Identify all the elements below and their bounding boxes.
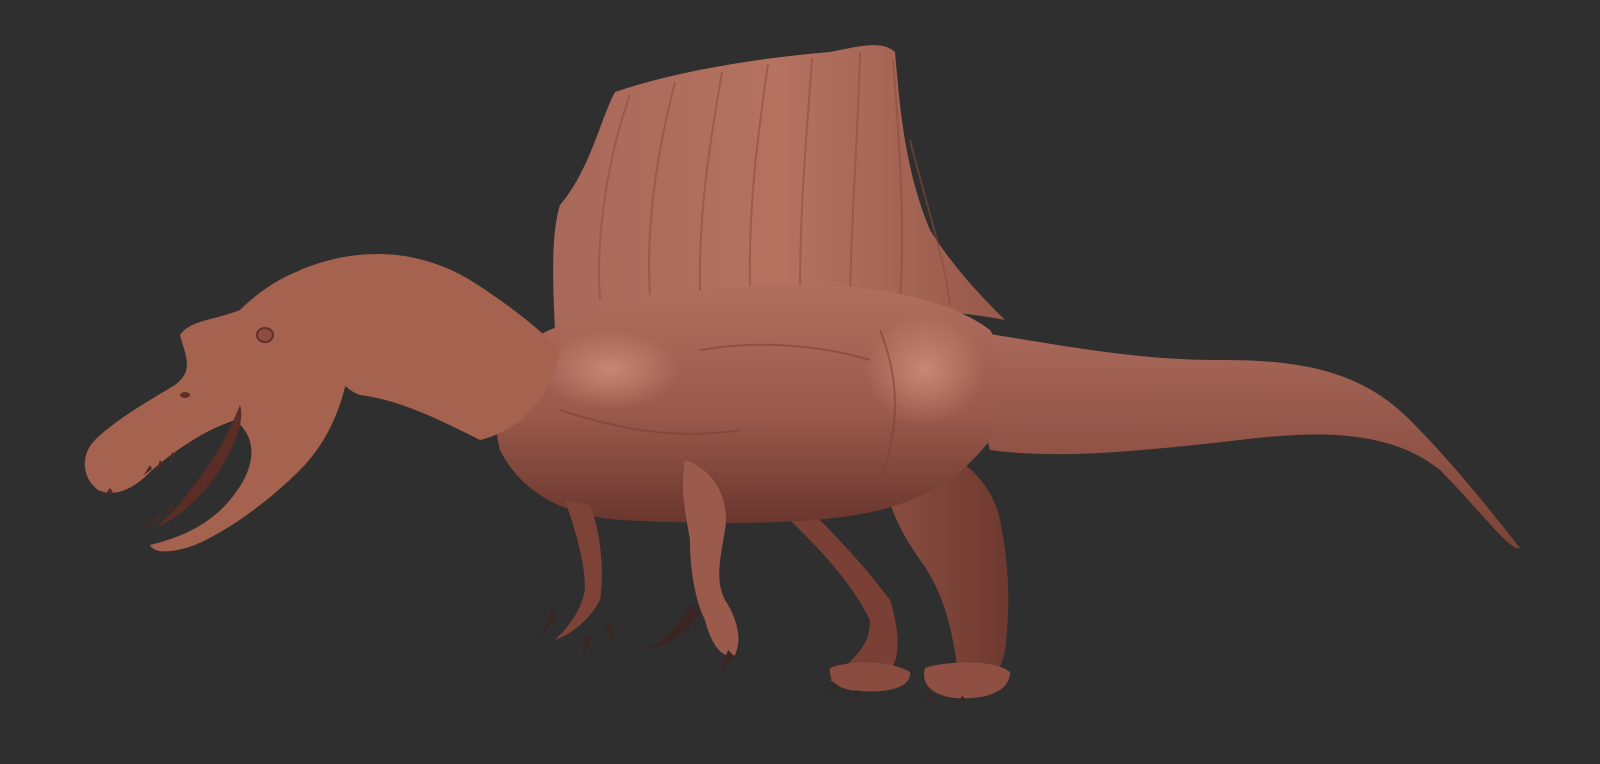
thigh-highlight xyxy=(865,315,985,425)
hind-foot-far xyxy=(829,662,911,692)
head xyxy=(84,265,350,552)
viewport-canvas[interactable] xyxy=(0,0,1600,764)
eye xyxy=(256,327,274,343)
nostril xyxy=(180,392,190,398)
tail xyxy=(960,330,1520,549)
arm-far xyxy=(555,500,602,640)
hind-foot-near xyxy=(924,662,1010,699)
hind-leg-far xyxy=(790,500,898,687)
shoulder-highlight xyxy=(540,330,680,410)
spinosaurus-sculpt-icon xyxy=(84,45,1520,703)
